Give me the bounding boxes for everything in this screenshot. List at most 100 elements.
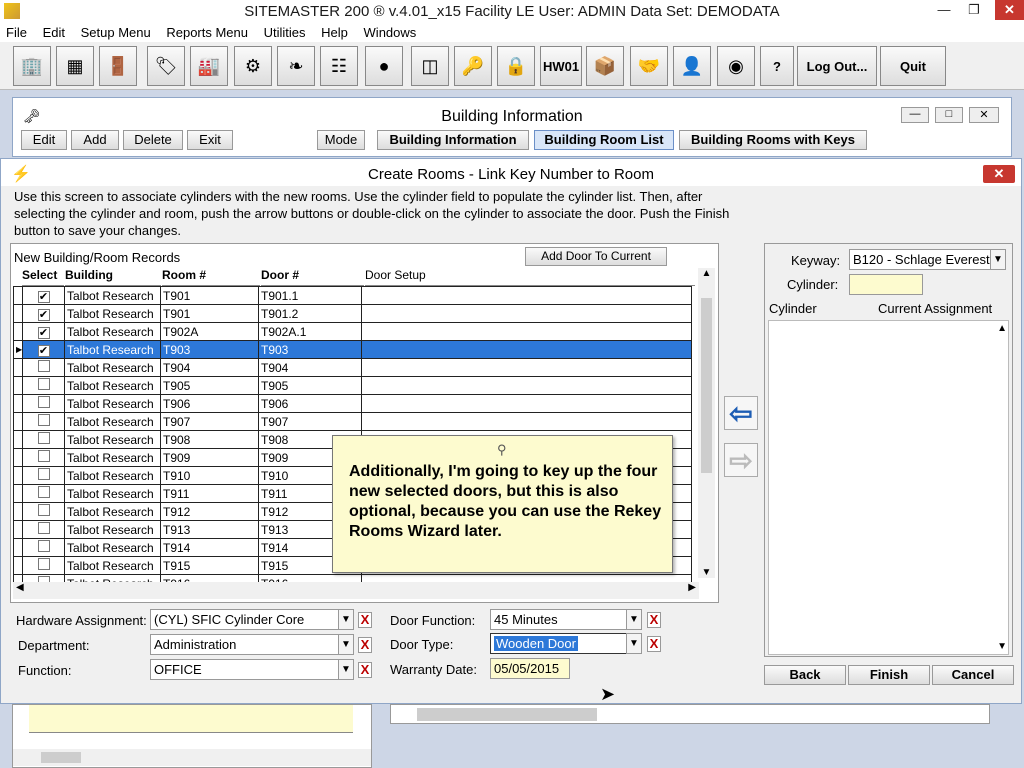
finish-button[interactable]: Finish <box>848 665 930 685</box>
room-cell[interactable]: T908 <box>160 430 259 449</box>
select-checkbox[interactable]: ✔ <box>22 322 65 341</box>
door-setup-cell[interactable] <box>361 304 692 323</box>
select-checkbox[interactable] <box>22 538 65 557</box>
building-cell[interactable]: Talbot Research <box>64 538 161 557</box>
row-indicator-icon[interactable] <box>13 358 23 377</box>
door-cell[interactable]: T905 <box>258 376 362 395</box>
door-function-select[interactable]: 45 Minutes <box>490 609 628 630</box>
door-icon[interactable]: 🚪 <box>99 46 137 86</box>
exit-button[interactable]: Exit <box>187 130 233 150</box>
scroll-thumb[interactable] <box>417 708 597 721</box>
checkbox[interactable]: ✔ <box>37 308 50 321</box>
row-indicator-icon[interactable] <box>13 520 23 539</box>
checkbox[interactable] <box>37 468 50 480</box>
hw01-button[interactable]: HW01 <box>540 46 582 86</box>
checkbox[interactable] <box>37 540 50 552</box>
door-type-select[interactable]: Wooden Door <box>490 633 628 654</box>
room-cell[interactable]: T915 <box>160 556 259 575</box>
checkbox[interactable] <box>37 522 50 534</box>
select-checkbox[interactable]: ✔ <box>22 340 65 359</box>
room-cell[interactable]: T906 <box>160 394 259 413</box>
row-indicator-icon[interactable] <box>13 484 23 503</box>
minimize-icon[interactable]: — <box>901 107 929 123</box>
room-cell[interactable]: T913 <box>160 520 259 539</box>
building-cell[interactable]: Talbot Research <box>64 304 161 323</box>
door-setup-cell[interactable] <box>361 394 692 413</box>
help-button[interactable]: ? <box>760 46 794 86</box>
row-indicator-icon[interactable]: ▶ <box>13 340 23 359</box>
scroll-down-icon[interactable]: ▼ <box>698 567 715 578</box>
restore-icon[interactable]: □ <box>935 107 963 123</box>
scroll-up-icon[interactable]: ▲ <box>997 323 1007 334</box>
row-indicator-icon[interactable] <box>13 466 23 485</box>
room-cell[interactable]: T903 <box>160 340 259 359</box>
building-cell[interactable]: Talbot Research <box>64 322 161 341</box>
chevron-down-icon[interactable]: ▼ <box>338 659 354 680</box>
room-cell[interactable]: T904 <box>160 358 259 377</box>
table-row[interactable]: ✔ Talbot Research T901 T901.2 <box>13 304 692 323</box>
room-cell[interactable]: T911 <box>160 484 259 503</box>
building-cell[interactable]: Talbot Research <box>64 466 161 485</box>
checkbox[interactable] <box>37 360 50 372</box>
hardware-select[interactable]: (CYL) SFIC Cylinder Core <box>150 609 340 630</box>
select-checkbox[interactable]: ✔ <box>22 304 65 323</box>
background-scrollbar[interactable] <box>13 749 371 766</box>
building-cell[interactable]: Talbot Research <box>64 376 161 395</box>
checkbox[interactable]: ✔ <box>37 290 50 303</box>
badge-icon[interactable]: ◉ <box>717 46 755 86</box>
clear-door-type-icon[interactable]: X <box>647 636 661 652</box>
lock-cylinder-icon[interactable]: ◫ <box>411 46 449 86</box>
column-header-door[interactable]: Door # <box>261 268 364 286</box>
menu-edit[interactable]: Edit <box>37 22 71 40</box>
checkbox[interactable] <box>37 414 50 426</box>
table-row[interactable]: Talbot Research T905 T905 <box>13 376 692 395</box>
add-door-button[interactable]: Add Door To Current Room <box>525 247 667 280</box>
checkbox[interactable] <box>37 486 50 498</box>
menu-setup[interactable]: Setup Menu <box>75 22 157 40</box>
minimize-icon[interactable]: — <box>930 1 958 19</box>
room-cell[interactable]: T901 <box>160 286 259 305</box>
select-checkbox[interactable] <box>22 376 65 395</box>
building-cell[interactable]: Talbot Research <box>64 394 161 413</box>
select-checkbox[interactable] <box>22 448 65 467</box>
building-cell[interactable]: Talbot Research <box>64 484 161 503</box>
column-header-select[interactable]: Select <box>22 268 64 286</box>
chevron-down-icon[interactable]: ▼ <box>338 609 354 630</box>
door-setup-cell[interactable] <box>361 412 692 431</box>
room-cell[interactable]: T910 <box>160 466 259 485</box>
department-select[interactable]: Administration <box>150 634 340 655</box>
select-checkbox[interactable] <box>22 430 65 449</box>
menu-reports[interactable]: Reports Menu <box>160 22 254 40</box>
handshake-icon[interactable]: 🤝 <box>630 46 668 86</box>
building-cell[interactable]: Talbot Research <box>64 520 161 539</box>
row-indicator-icon[interactable] <box>13 322 23 341</box>
select-checkbox[interactable] <box>22 502 65 521</box>
scroll-left-icon[interactable]: ◀ <box>16 582 24 593</box>
table-row[interactable]: ✔ Talbot Research T902A T902A.1 <box>13 322 692 341</box>
chevron-down-icon[interactable]: ▼ <box>338 634 354 655</box>
scroll-up-icon[interactable]: ▲ <box>698 268 715 279</box>
hierarchy-icon[interactable]: ☷ <box>320 46 358 86</box>
clear-function-icon[interactable]: X <box>358 662 372 678</box>
building-cell[interactable]: Talbot Research <box>64 340 161 359</box>
column-header-room[interactable]: Room # <box>162 268 260 286</box>
building-icon[interactable]: 🏢 <box>13 46 51 86</box>
padlock-icon[interactable]: 🔒 <box>497 46 535 86</box>
chevron-down-icon[interactable]: ▼ <box>990 249 1006 270</box>
door-setup-cell[interactable] <box>361 376 692 395</box>
door-cell[interactable]: T904 <box>258 358 362 377</box>
clear-hardware-icon[interactable]: X <box>358 612 372 628</box>
warranty-date-input[interactable]: 05/05/2015 <box>490 658 570 679</box>
coin-icon[interactable]: ● <box>365 46 403 86</box>
column-header-building[interactable]: Building <box>65 268 161 286</box>
row-indicator-icon[interactable] <box>13 502 23 521</box>
menu-windows[interactable]: Windows <box>358 22 423 40</box>
room-cell[interactable]: T907 <box>160 412 259 431</box>
cancel-button[interactable]: Cancel <box>932 665 1014 685</box>
table-row[interactable]: ✔ Talbot Research T901 T901.1 <box>13 286 692 305</box>
row-indicator-icon[interactable] <box>13 394 23 413</box>
table-row[interactable]: Talbot Research T906 T906 <box>13 394 692 413</box>
logout-button[interactable]: Log Out... <box>797 46 877 86</box>
close-icon[interactable]: ✕ <box>995 0 1024 20</box>
tab-building-information[interactable]: Building Information <box>377 130 529 150</box>
